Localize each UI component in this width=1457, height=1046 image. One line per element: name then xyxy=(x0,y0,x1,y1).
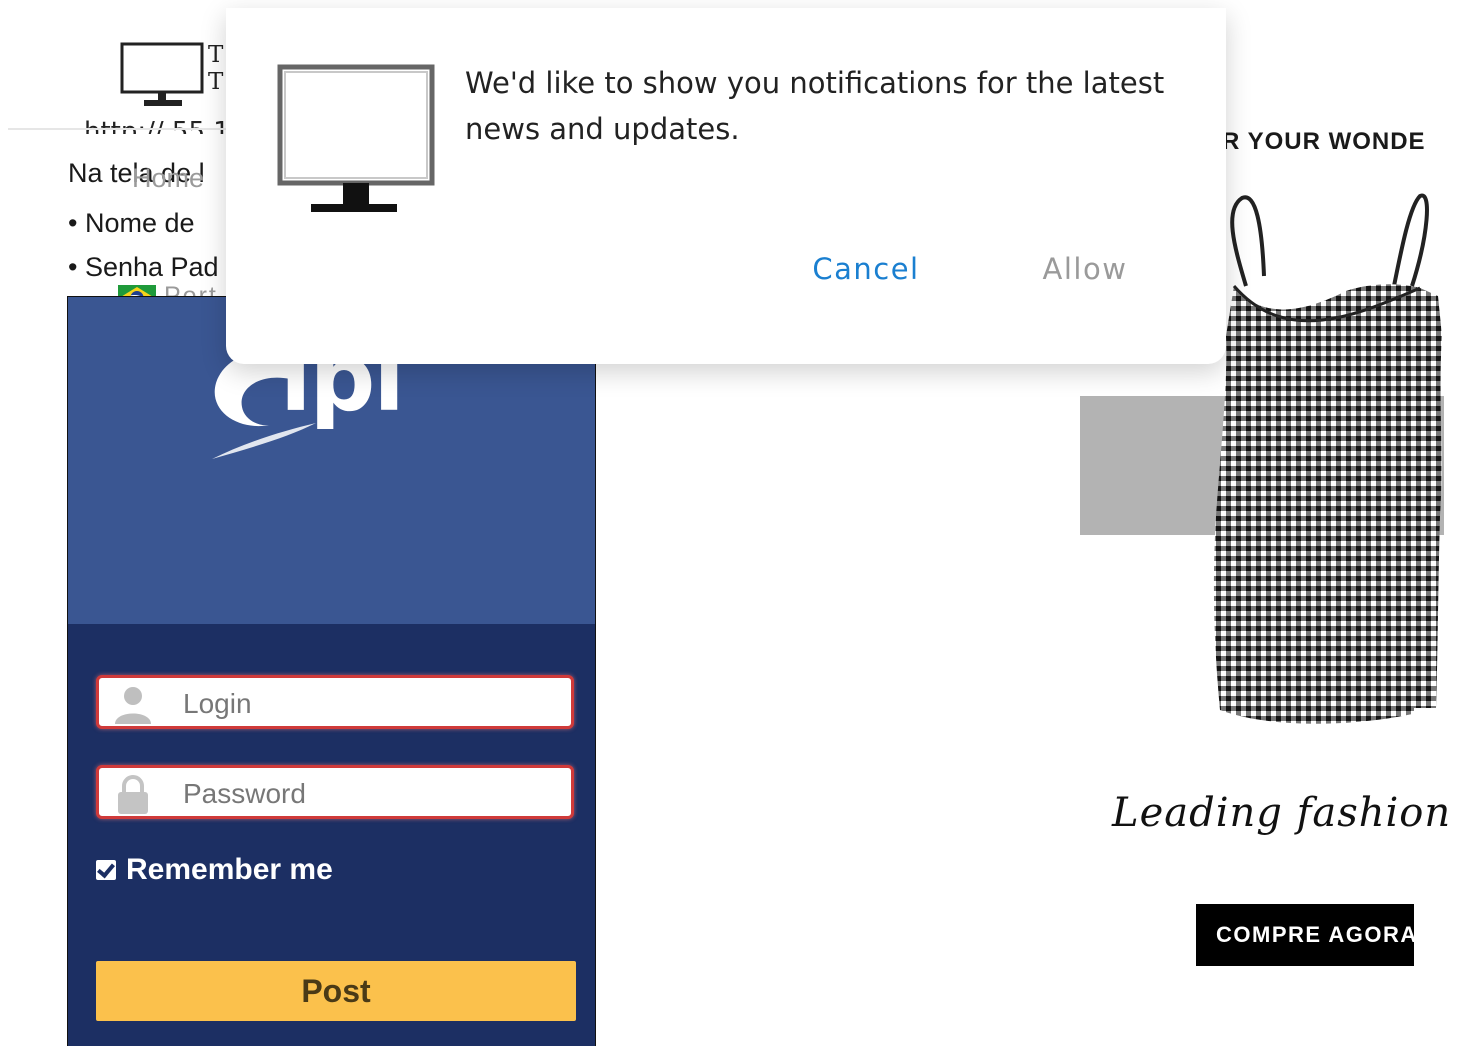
nav-home-link[interactable]: Home xyxy=(132,163,204,194)
content-line-2: • Nome de xyxy=(68,208,195,238)
notification-permission-dialog: We'd like to show you notifications for … xyxy=(226,8,1226,364)
lock-icon xyxy=(118,775,148,814)
url-text: http:// 55.1 xyxy=(84,117,230,134)
post-button[interactable]: Post xyxy=(96,961,576,1021)
gingham-dress-image[interactable] xyxy=(1206,186,1444,746)
site-logo[interactable]: T T xyxy=(120,42,230,112)
login-field[interactable] xyxy=(96,675,574,729)
remember-me-checkbox[interactable]: Remember me xyxy=(96,853,333,887)
user-icon xyxy=(115,687,151,724)
notification-message: We'd like to show you notifications for … xyxy=(465,66,1165,146)
logo-letters: T T xyxy=(208,42,224,95)
monitor-logo-icon xyxy=(120,42,204,106)
header-divider xyxy=(8,128,233,130)
password-input[interactable] xyxy=(181,776,565,812)
allow-button[interactable]: Allow xyxy=(1011,244,1159,294)
ad-tagline: R YOUR WONDE xyxy=(1222,128,1426,155)
compre-agora-button[interactable]: COMPRE AGORA xyxy=(1196,904,1414,966)
checkbox-checked-icon[interactable] xyxy=(96,860,116,880)
login-input[interactable] xyxy=(181,686,565,722)
glpi-login-screenshot: lpi Remember me Post xyxy=(67,296,596,1046)
content-line-3: • Senha Pad xyxy=(68,252,219,282)
remember-me-label: Remember me xyxy=(126,853,333,886)
ad-script-text: Leading fashion xyxy=(1112,790,1452,836)
ad-image-notch xyxy=(1414,708,1444,748)
monitor-icon xyxy=(277,64,435,212)
password-field[interactable] xyxy=(96,765,574,819)
cancel-button[interactable]: Cancel xyxy=(792,244,940,294)
